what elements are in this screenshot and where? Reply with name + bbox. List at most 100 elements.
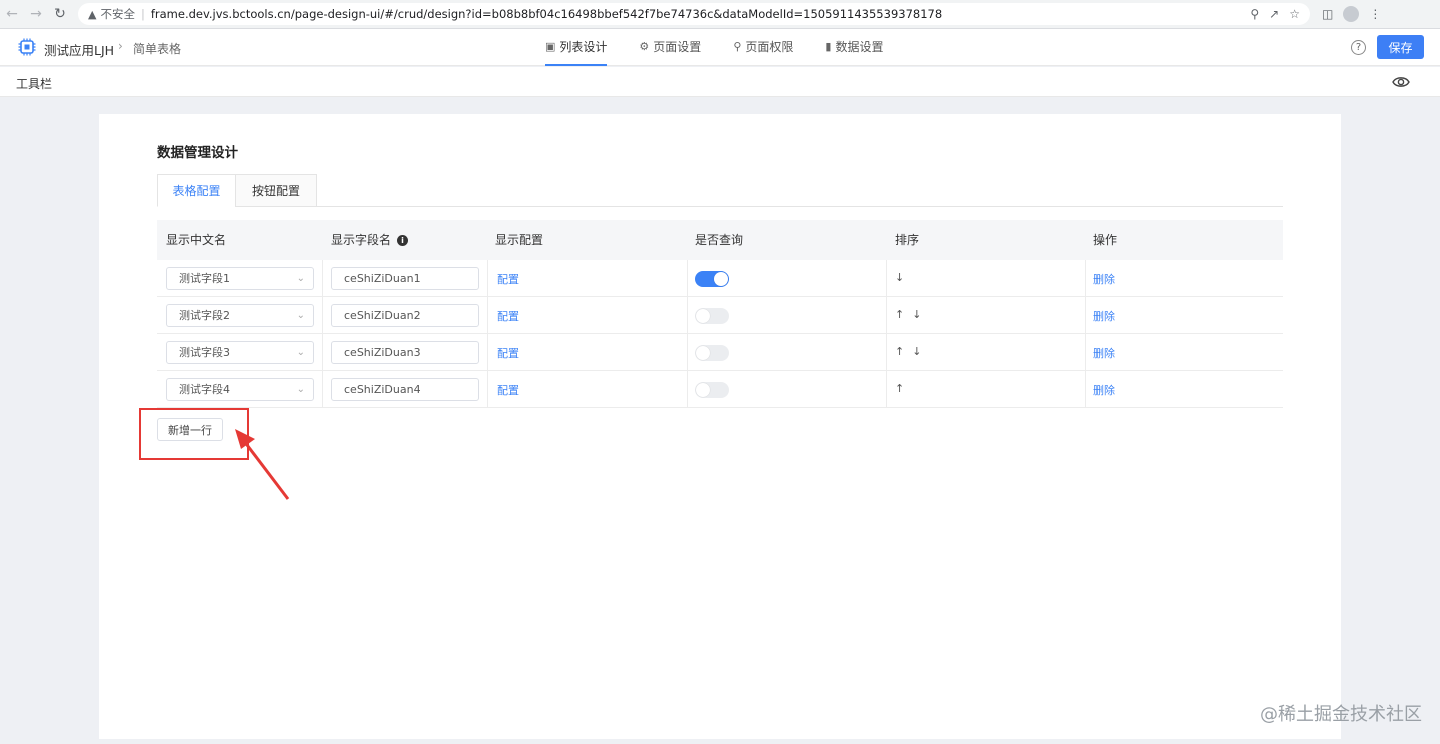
design-tabs: ▣ 列表设计 ⚙ 页面设置 ⚲ 页面权限 ▮ 数据设置 (545, 29, 883, 66)
chevron-down-icon: ⌄ (296, 310, 305, 321)
address-bar[interactable]: ▲ 不安全 | frame.dev.jvs.bctools.cn/page-de… (78, 3, 1310, 25)
name-select[interactable]: 测试字段2 ⌄ (166, 304, 314, 327)
sort-controls: ↑ (895, 382, 912, 395)
sort-up-icon[interactable]: ↑ (895, 382, 904, 395)
config-link[interactable]: 配置 (497, 271, 519, 287)
warning-icon: ▲ (88, 7, 97, 21)
eye-icon[interactable] (1392, 75, 1410, 89)
field-input[interactable]: ceShiZiDuan2 (331, 304, 479, 327)
field-table: 显示中文名 显示字段名 i 显示配置 是否查询 排序 操作 测试字段1 ⌄ ceSh… (157, 220, 1283, 408)
column-header-field: 显示字段名 i (331, 220, 409, 260)
table-row: 测试字段2 ⌄ ceShiZiDuan2 配置 ↑ ↓ 删除 (157, 297, 1283, 334)
browser-chrome: ← → ↻ ▲ 不安全 | frame.dev.jvs.bctools.cn/p… (0, 0, 1440, 29)
key-icon: ⚲ (733, 40, 742, 53)
tab-page-settings[interactable]: ⚙ 页面设置 (639, 29, 701, 66)
table-row: 测试字段1 ⌄ ceShiZiDuan1 配置 ↓ 删除 (157, 260, 1283, 297)
chevron-right-icon: › (118, 39, 123, 53)
menu-dots-icon[interactable]: ⋮ (1369, 7, 1381, 21)
chevron-down-icon: ⌄ (296, 273, 305, 284)
delete-link[interactable]: 删除 (1093, 271, 1115, 287)
name-select[interactable]: 测试字段4 ⌄ (166, 378, 314, 401)
delete-link[interactable]: 删除 (1093, 308, 1115, 324)
name-select[interactable]: 测试字段3 ⌄ (166, 341, 314, 364)
save-button[interactable]: 保存 (1377, 35, 1424, 59)
gear-icon: ⚙ (639, 40, 650, 53)
switch-knob (696, 383, 710, 397)
column-header: 操作 (1093, 233, 1118, 247)
tab-table-config[interactable]: 表格配置 (157, 174, 236, 207)
toolbar-label: 工具栏 (16, 77, 53, 91)
column-header: 显示中文名 (166, 233, 227, 247)
insecure-label: 不安全 (100, 7, 135, 21)
query-switch[interactable] (695, 345, 729, 361)
sort-down-icon[interactable]: ↓ (912, 345, 921, 358)
address-separator: | (140, 7, 145, 21)
select-value: 测试字段1 (179, 272, 230, 285)
avatar[interactable] (1343, 6, 1360, 22)
tab-list-design[interactable]: ▣ 列表设计 (545, 29, 608, 66)
sort-controls: ↑ ↓ (895, 308, 929, 321)
sort-up-icon[interactable]: ↑ (895, 308, 904, 321)
monitor-icon: ▣ (545, 40, 556, 53)
table-header: 显示中文名 显示字段名 i 显示配置 是否查询 排序 操作 (157, 220, 1283, 260)
tab-label: 数据设置 (835, 40, 884, 54)
column-header: 排序 (895, 233, 920, 247)
query-switch[interactable] (695, 308, 729, 324)
star-icon[interactable]: ☆ (1289, 7, 1300, 21)
tab-button-config[interactable]: 按钮配置 (235, 174, 317, 207)
chip-logo-icon (18, 38, 36, 56)
tab-data-settings[interactable]: ▮ 数据设置 (825, 29, 883, 66)
back-arrow-icon[interactable]: ← (0, 2, 24, 26)
app-name[interactable]: 测试应用LJH (44, 40, 114, 59)
name-select[interactable]: 测试字段1 ⌄ (166, 267, 314, 290)
app-header: 测试应用LJH › 简单表格 ▣ 列表设计 ⚙ 页面设置 ⚲ 页面权限 ▮ 数据… (0, 29, 1440, 66)
select-value: 测试字段3 (179, 346, 230, 359)
delete-link[interactable]: 删除 (1093, 382, 1115, 398)
tab-label: 页面设置 (653, 40, 702, 54)
field-input[interactable]: ceShiZiDuan1 (331, 267, 479, 290)
column-header: 显示配置 (495, 233, 544, 247)
url-text[interactable]: frame.dev.jvs.bctools.cn/page-design-ui/… (151, 7, 942, 21)
sort-controls: ↓ (895, 271, 912, 284)
sort-up-icon[interactable]: ↑ (895, 345, 904, 358)
table-row: 测试字段4 ⌄ ceShiZiDuan4 配置 ↑ 删除 (157, 371, 1283, 408)
column-header: 是否查询 (695, 233, 744, 247)
sort-down-icon[interactable]: ↓ (895, 271, 904, 284)
watermark: @稀土掘金技术社区 (1260, 704, 1422, 725)
info-icon[interactable]: i (397, 235, 409, 246)
field-input[interactable]: ceShiZiDuan4 (331, 378, 479, 401)
select-value: 测试字段4 (179, 383, 230, 396)
chevron-down-icon: ⌄ (296, 347, 305, 358)
chevron-down-icon: ⌄ (296, 384, 305, 395)
query-switch[interactable] (695, 271, 729, 287)
forward-arrow-icon[interactable]: → (24, 2, 48, 26)
sidebar-icon[interactable]: ◫ (1322, 7, 1333, 21)
toolbar-bar: 工具栏 (0, 67, 1440, 97)
reload-icon[interactable]: ↻ (48, 2, 72, 26)
sort-controls: ↑ ↓ (895, 345, 929, 358)
tab-page-permissions[interactable]: ⚲ 页面权限 (733, 29, 793, 66)
delete-link[interactable]: 删除 (1093, 345, 1115, 361)
switch-knob (696, 346, 710, 360)
switch-knob (696, 309, 710, 323)
page-title: 数据管理设计 (157, 145, 238, 161)
breadcrumb-page: 简单表格 (133, 42, 182, 56)
config-link[interactable]: 配置 (497, 308, 519, 324)
query-switch[interactable] (695, 382, 729, 398)
tab-label: 页面权限 (745, 40, 794, 54)
config-tabs: 表格配置 按钮配置 (157, 174, 1283, 207)
help-icon[interactable]: ? (1351, 40, 1366, 55)
config-link[interactable]: 配置 (497, 345, 519, 361)
share-icon[interactable]: ↗ (1269, 7, 1279, 21)
config-link[interactable]: 配置 (497, 382, 519, 398)
select-value: 测试字段2 (179, 309, 230, 322)
field-input[interactable]: ceShiZiDuan3 (331, 341, 479, 364)
sort-down-icon[interactable]: ↓ (912, 308, 921, 321)
annotation-arrow-icon (235, 429, 290, 500)
tab-label: 列表设计 (559, 40, 608, 54)
zoom-icon[interactable]: ⚲ (1250, 7, 1259, 21)
table-row: 测试字段3 ⌄ ceShiZiDuan3 配置 ↑ ↓ 删除 (157, 334, 1283, 371)
column-header: 显示字段名 (331, 233, 392, 247)
switch-knob (714, 272, 728, 286)
bar-chart-icon: ▮ (825, 40, 832, 53)
